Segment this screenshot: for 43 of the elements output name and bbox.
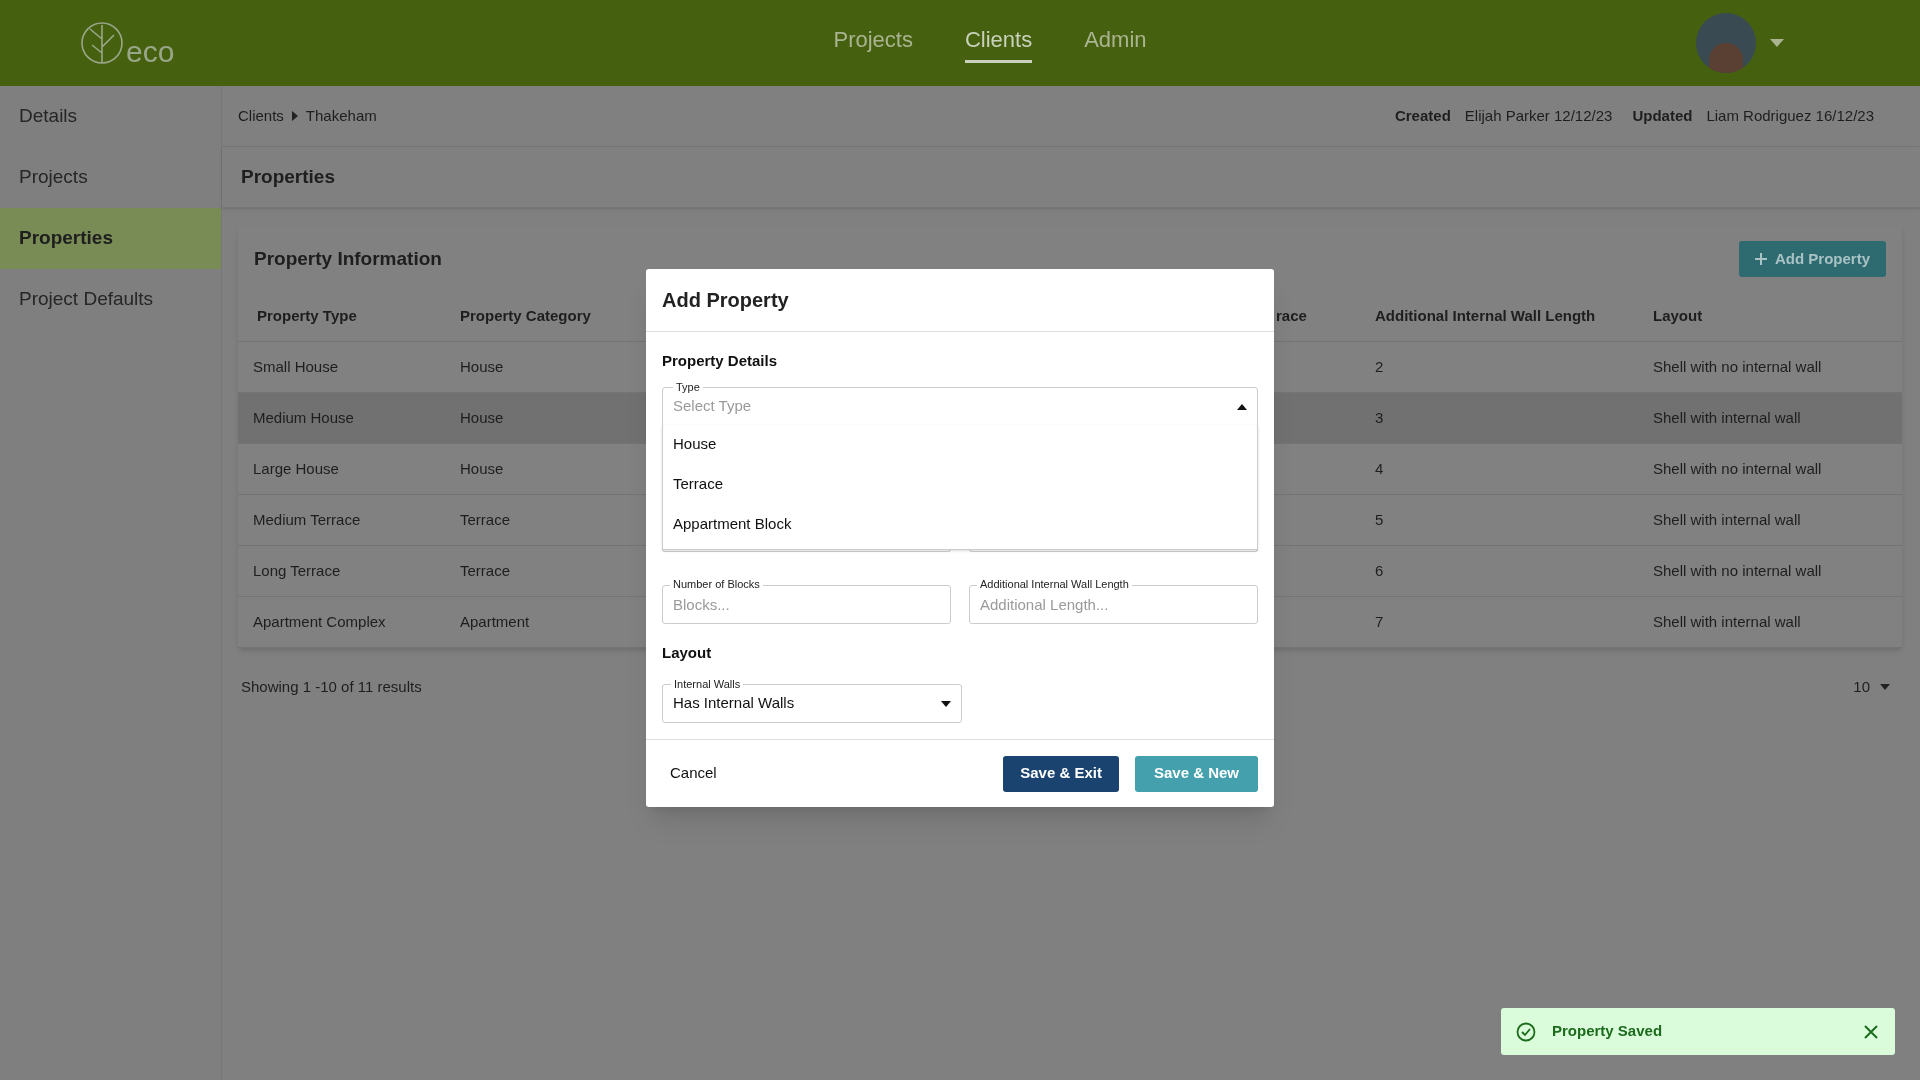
table-cell-text: House	[460, 356, 504, 377]
meta-label: Created	[1394, 105, 1451, 126]
table-cell-text: Shell with internal wall	[1653, 407, 1801, 428]
section-heading: Property Details	[662, 351, 779, 371]
table-cell-text: Terrace	[460, 509, 511, 530]
section-heading: Layout	[662, 642, 713, 663]
meta-label: Updated	[1632, 105, 1693, 126]
card-title: Property Information	[254, 246, 442, 271]
column-header: Layout	[1653, 306, 1704, 327]
table-cell-text: Terrace	[460, 560, 511, 581]
meta-value: Elijah Parker 12/12/23	[1464, 105, 1613, 126]
table-cell-text: 4	[1375, 458, 1384, 479]
table-cell-text: Shell with internal wall	[1653, 611, 1801, 632]
column-header: Property Type	[256, 306, 358, 327]
table-cell-text: 5	[1375, 509, 1384, 530]
table-cell-text: 7	[1375, 611, 1384, 632]
table-cell-text: Shell with internal wall	[1653, 509, 1801, 530]
table-cell-text: Apartment	[460, 611, 530, 632]
meta-value: Liam Rodriguez 16/12/23	[1706, 105, 1874, 126]
table-cell-text: Shell with no internal wall	[1653, 356, 1822, 377]
results-summary: Showing 1 -10 of 11 results	[241, 677, 422, 697]
table-cell-text: Medium Terrace	[253, 509, 361, 530]
column-header: Property Category	[460, 306, 592, 327]
table-cell-text: House	[460, 407, 504, 428]
table-cell-text: Shell with no internal wall	[1653, 560, 1822, 581]
column-header: Additional Internal Wall Length	[1375, 306, 1597, 327]
column-header: race	[1275, 306, 1308, 327]
table-cell-text: 6	[1375, 560, 1384, 581]
select-value: Has Internal Walls	[673, 693, 795, 714]
table-cell-text: Shell with no internal wall	[1653, 458, 1822, 479]
logo-text: eco	[126, 37, 175, 67]
table-cell-text: Apartment Complex	[253, 611, 386, 632]
table-cell-text: Large House	[253, 458, 339, 479]
toast-message: Property Saved	[1552, 1021, 1664, 1042]
table-cell-text: Long Terrace	[253, 560, 341, 581]
dialog-title: Add Property	[662, 288, 789, 313]
table-cell-text: 3	[1375, 407, 1384, 428]
table-cell-text: 2	[1375, 356, 1384, 377]
page-title: Properties	[241, 164, 335, 189]
select-placeholder: Select Type	[673, 396, 752, 417]
table-cell-text: Medium House	[253, 407, 354, 428]
table-cell-text: House	[460, 458, 504, 479]
table-cell-text: Small House	[253, 356, 339, 377]
